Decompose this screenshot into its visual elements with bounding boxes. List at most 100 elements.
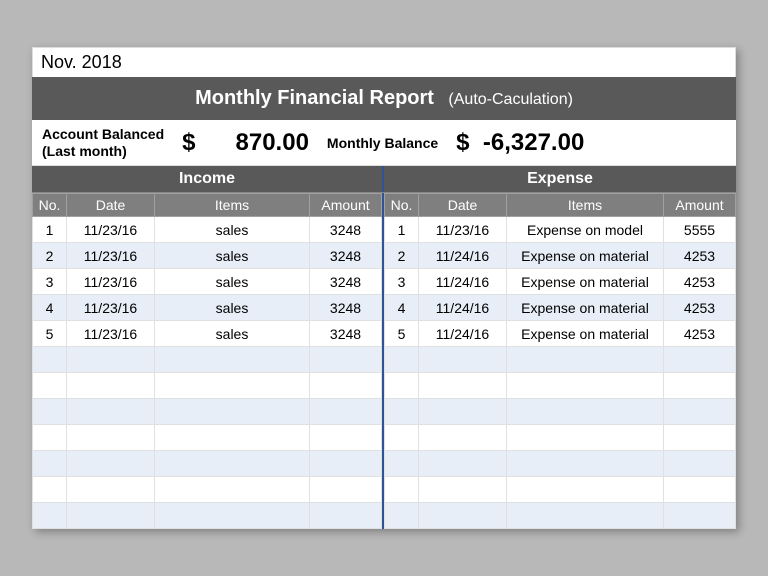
cell-date[interactable]: 11/24/16 — [419, 243, 507, 269]
table-row[interactable]: 211/23/16sales3248 — [33, 243, 382, 269]
cell-amount[interactable] — [310, 347, 382, 373]
cell-amount[interactable] — [664, 399, 736, 425]
cell-date[interactable] — [67, 347, 155, 373]
table-row[interactable]: 311/23/16sales3248 — [33, 269, 382, 295]
table-row[interactable] — [385, 347, 736, 373]
cell-items[interactable] — [155, 399, 310, 425]
cell-date[interactable]: 11/23/16 — [67, 321, 155, 347]
table-row[interactable] — [385, 399, 736, 425]
cell-items[interactable]: Expense on model — [507, 217, 664, 243]
cell-amount[interactable]: 4253 — [664, 243, 736, 269]
cell-no[interactable] — [385, 425, 419, 451]
table-row[interactable] — [385, 373, 736, 399]
cell-amount[interactable] — [310, 451, 382, 477]
cell-date[interactable] — [67, 503, 155, 529]
table-row[interactable] — [385, 503, 736, 529]
cell-no[interactable]: 3 — [33, 269, 67, 295]
cell-no[interactable]: 1 — [385, 217, 419, 243]
cell-no[interactable]: 2 — [385, 243, 419, 269]
cell-items[interactable] — [507, 425, 664, 451]
cell-items[interactable]: sales — [155, 243, 310, 269]
cell-amount[interactable] — [310, 477, 382, 503]
cell-amount[interactable]: 3248 — [310, 243, 382, 269]
cell-date[interactable] — [419, 451, 507, 477]
cell-date[interactable] — [419, 347, 507, 373]
table-row[interactable]: 511/23/16sales3248 — [33, 321, 382, 347]
cell-amount[interactable] — [310, 503, 382, 529]
cell-no[interactable]: 4 — [385, 295, 419, 321]
cell-amount[interactable] — [664, 373, 736, 399]
cell-items[interactable] — [507, 477, 664, 503]
table-row[interactable] — [33, 477, 382, 503]
cell-items[interactable] — [155, 451, 310, 477]
cell-date[interactable] — [67, 477, 155, 503]
cell-date[interactable]: 11/23/16 — [67, 217, 155, 243]
cell-date[interactable]: 11/24/16 — [419, 295, 507, 321]
cell-amount[interactable] — [310, 425, 382, 451]
cell-date[interactable]: 11/23/16 — [67, 243, 155, 269]
table-row[interactable] — [33, 347, 382, 373]
cell-items[interactable] — [507, 451, 664, 477]
cell-no[interactable] — [385, 399, 419, 425]
cell-date[interactable] — [419, 503, 507, 529]
cell-date[interactable] — [67, 373, 155, 399]
cell-amount[interactable]: 4253 — [664, 321, 736, 347]
cell-amount[interactable] — [664, 503, 736, 529]
table-row[interactable] — [385, 477, 736, 503]
cell-amount[interactable]: 4253 — [664, 295, 736, 321]
cell-date[interactable]: 11/23/16 — [67, 269, 155, 295]
cell-no[interactable]: 3 — [385, 269, 419, 295]
cell-date[interactable]: 11/23/16 — [67, 295, 155, 321]
table-row[interactable]: 211/24/16Expense on material4253 — [385, 243, 736, 269]
cell-amount[interactable]: 3248 — [310, 269, 382, 295]
cell-amount[interactable]: 3248 — [310, 321, 382, 347]
cell-date[interactable] — [419, 373, 507, 399]
table-row[interactable]: 511/24/16Expense on material4253 — [385, 321, 736, 347]
cell-no[interactable] — [385, 373, 419, 399]
cell-no[interactable]: 5 — [385, 321, 419, 347]
cell-items[interactable]: sales — [155, 217, 310, 243]
cell-no[interactable] — [33, 399, 67, 425]
cell-items[interactable] — [155, 373, 310, 399]
cell-date[interactable] — [67, 451, 155, 477]
cell-amount[interactable] — [664, 425, 736, 451]
cell-amount[interactable]: 3248 — [310, 217, 382, 243]
table-row[interactable] — [385, 451, 736, 477]
cell-items[interactable] — [507, 399, 664, 425]
table-row[interactable]: 411/23/16sales3248 — [33, 295, 382, 321]
cell-no[interactable]: 2 — [33, 243, 67, 269]
cell-date[interactable] — [419, 425, 507, 451]
table-row[interactable]: 411/24/16Expense on material4253 — [385, 295, 736, 321]
cell-no[interactable] — [33, 477, 67, 503]
cell-amount[interactable]: 3248 — [310, 295, 382, 321]
cell-no[interactable]: 4 — [33, 295, 67, 321]
cell-date[interactable]: 11/24/16 — [419, 321, 507, 347]
cell-date[interactable]: 11/24/16 — [419, 269, 507, 295]
cell-no[interactable] — [33, 373, 67, 399]
cell-date[interactable] — [419, 399, 507, 425]
table-row[interactable] — [33, 373, 382, 399]
cell-items[interactable] — [155, 477, 310, 503]
cell-date[interactable] — [67, 425, 155, 451]
cell-items[interactable]: Expense on material — [507, 243, 664, 269]
cell-items[interactable]: sales — [155, 321, 310, 347]
cell-date[interactable]: 11/23/16 — [419, 217, 507, 243]
table-row[interactable]: 111/23/16Expense on model5555 — [385, 217, 736, 243]
cell-items[interactable]: sales — [155, 269, 310, 295]
cell-no[interactable]: 5 — [33, 321, 67, 347]
table-row[interactable] — [33, 399, 382, 425]
cell-no[interactable] — [385, 503, 419, 529]
cell-items[interactable]: Expense on material — [507, 321, 664, 347]
cell-no[interactable] — [33, 347, 67, 373]
cell-amount[interactable] — [664, 477, 736, 503]
cell-items[interactable] — [155, 425, 310, 451]
table-row[interactable] — [33, 425, 382, 451]
cell-date[interactable] — [419, 477, 507, 503]
cell-no[interactable] — [385, 347, 419, 373]
cell-items[interactable]: Expense on material — [507, 295, 664, 321]
cell-amount[interactable] — [310, 399, 382, 425]
table-row[interactable] — [33, 503, 382, 529]
cell-amount[interactable] — [310, 373, 382, 399]
cell-no[interactable]: 1 — [33, 217, 67, 243]
cell-no[interactable] — [33, 451, 67, 477]
